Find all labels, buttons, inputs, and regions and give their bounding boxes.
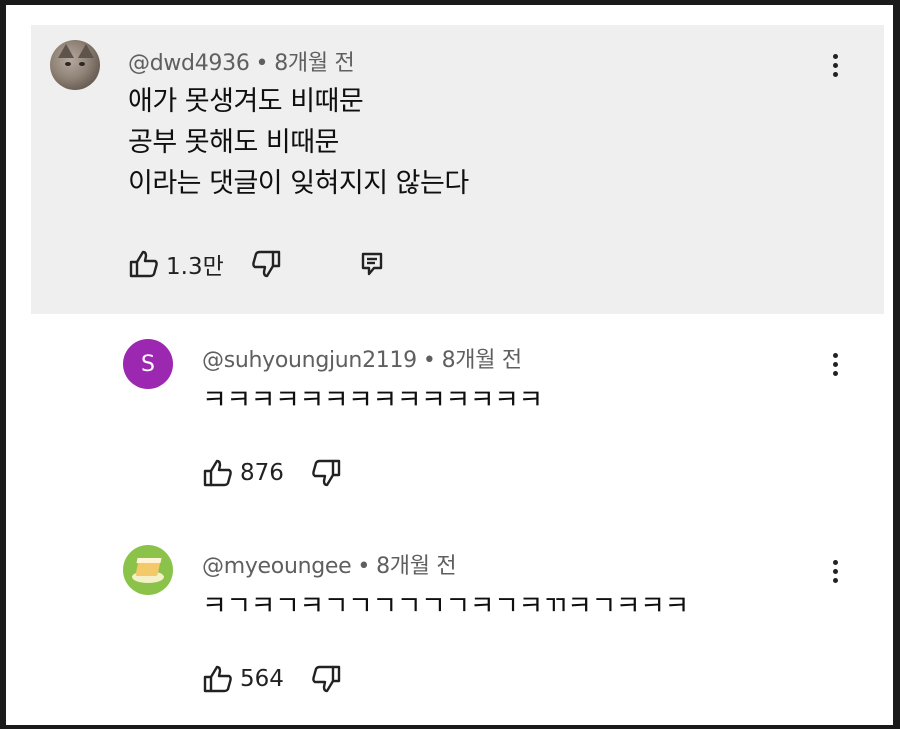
top-comment: @dwd4936 • 8개월 전 애가 못생겨도 비때문 공부 못해도 비때문 이라… [31, 25, 884, 314]
comment-line: 공부 못해도 비때문 [128, 127, 339, 158]
cat-ear-icon [58, 44, 74, 58]
reply-comment: S @suhyoungjun2119 • 8개월 전 ㅋㅋㅋㅋㅋㅋㅋㅋㅋㅋㅋㅋㅋㅋ … [6, 323, 893, 513]
avatar-letter: S [141, 351, 155, 377]
comment-meta: @suhyoungjun2119 • 8개월 전 [202, 342, 522, 374]
comment-author[interactable]: @suhyoungjun2119 [202, 348, 417, 373]
comment-actions: 564 [202, 663, 342, 695]
comment-author[interactable]: @myeoungee [202, 554, 352, 579]
dislike-icon[interactable] [250, 248, 282, 280]
user-avatar[interactable] [50, 40, 100, 90]
meta-separator: • [357, 554, 371, 579]
comment-age[interactable]: 8개월 전 [274, 51, 355, 76]
comment-text: 애가 못생겨도 비때문 공부 못해도 비때문 이라는 댓글이 잊혀지지 않는다 [128, 81, 469, 204]
comment-line: ㅋㄱㅋㄱㅋㄱㄱㄱㄱㄱㄱㅋㄱㅋㄲㅋㄱㅋㅋㅋ [202, 591, 689, 622]
cat-eye-icon [79, 62, 85, 66]
like-icon[interactable] [128, 248, 160, 280]
like-count: 1.3만 [166, 254, 224, 280]
meta-separator: • [255, 51, 269, 76]
comment-line: 이라는 댓글이 잊혀지지 않는다 [128, 168, 469, 199]
more-options-icon[interactable] [832, 560, 838, 586]
comments-panel: @dwd4936 • 8개월 전 애가 못생겨도 비때문 공부 못해도 비때문 이라… [6, 5, 893, 725]
dislike-icon[interactable] [310, 457, 342, 489]
like-icon[interactable] [202, 457, 234, 489]
comment-text: ㅋㄱㅋㄱㅋㄱㄱㄱㄱㄱㄱㅋㄱㅋㄲㅋㄱㅋㅋㅋ [202, 586, 689, 627]
comment-meta: @myeoungee • 8개월 전 [202, 548, 457, 580]
comment-actions: 876 [202, 457, 342, 489]
comment-age[interactable]: 8개월 전 [376, 554, 457, 579]
comment-meta: @dwd4936 • 8개월 전 [128, 45, 355, 77]
dislike-icon[interactable] [310, 663, 342, 695]
comment-text: ㅋㅋㅋㅋㅋㅋㅋㅋㅋㅋㅋㅋㅋㅋ [202, 380, 543, 421]
reply-icon[interactable] [360, 251, 384, 277]
reply-comment: @myeoungee • 8개월 전 ㅋㄱㅋㄱㅋㄱㄱㄱㄱㄱㄱㅋㄱㅋㄲㅋㄱㅋㅋㅋ 56… [6, 530, 893, 720]
comment-line: 애가 못생겨도 비때문 [128, 86, 364, 117]
user-avatar[interactable]: S [123, 339, 173, 389]
cat-eye-icon [65, 62, 71, 66]
user-avatar[interactable] [123, 545, 173, 595]
comment-author[interactable]: @dwd4936 [128, 51, 250, 76]
meta-separator: • [422, 348, 436, 373]
like-icon[interactable] [202, 663, 234, 695]
cat-ear-icon [78, 44, 94, 58]
like-count: 564 [240, 666, 284, 692]
like-count: 876 [240, 460, 284, 486]
comment-line: ㅋㅋㅋㅋㅋㅋㅋㅋㅋㅋㅋㅋㅋㅋ [202, 385, 543, 416]
more-options-icon[interactable] [832, 353, 838, 379]
comment-age[interactable]: 8개월 전 [442, 348, 523, 373]
more-options-icon[interactable] [832, 54, 838, 80]
cake-frosting-icon [136, 558, 162, 563]
comment-actions: 1.3만 [128, 247, 384, 281]
